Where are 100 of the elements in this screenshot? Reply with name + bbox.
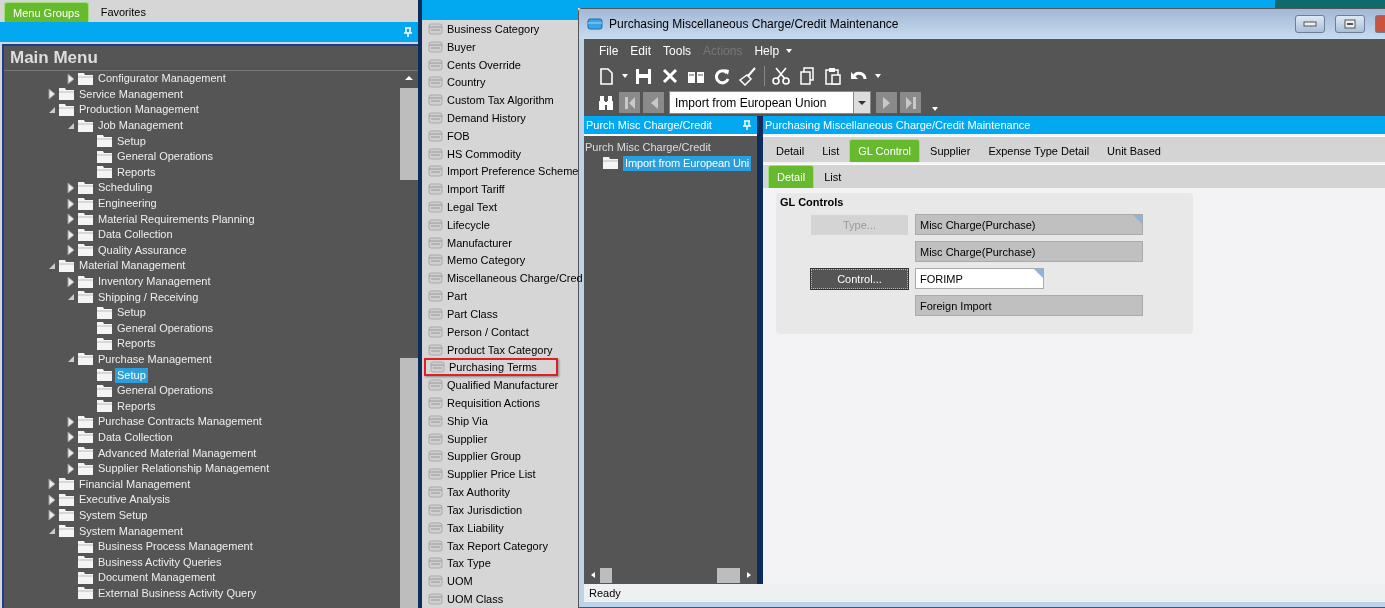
tree-item[interactable]: Job Management: [96, 118, 185, 134]
tree-item[interactable]: Reports: [115, 164, 158, 180]
menu-item[interactable]: Help: [749, 44, 785, 58]
readonly-field[interactable]: Foreign Import: [915, 295, 1143, 316]
setup-list-item[interactable]: Tax Report Category: [424, 536, 552, 555]
form-tab[interactable]: Supplier: [922, 139, 979, 162]
setup-list-item[interactable]: HS Commodity: [424, 144, 525, 163]
setup-list-item[interactable]: Requisition Actions: [424, 394, 544, 412]
setup-list-item[interactable]: Supplier Group: [424, 447, 525, 466]
tree-item[interactable]: Service Management: [77, 86, 185, 102]
setup-list-item[interactable]: Lifecycle: [424, 215, 494, 234]
collapsed-arrow-icon[interactable]: [65, 447, 77, 460]
tree-item[interactable]: System Management: [77, 523, 185, 539]
paste-icon[interactable]: [823, 66, 843, 86]
form-tab[interactable]: Detail: [768, 139, 813, 162]
tree-item[interactable]: Data Collection: [96, 227, 175, 243]
tree-item[interactable]: General Operations: [115, 149, 215, 165]
tree-item[interactable]: Business Process Management: [96, 539, 255, 555]
collapsed-arrow-icon[interactable]: [65, 462, 77, 475]
tree-item[interactable]: Setup: [115, 305, 148, 321]
menu-item[interactable]: File: [594, 44, 624, 58]
collapsed-arrow-icon[interactable]: [65, 415, 77, 428]
caret-icon[interactable]: [875, 74, 881, 78]
input-field[interactable]: FORIMP: [915, 268, 1044, 289]
tree-item[interactable]: Quality Assurance: [96, 242, 189, 258]
tree-root[interactable]: Purch Misc Charge/Credit: [585, 141, 711, 153]
setup-list-item[interactable]: Ship Via: [424, 411, 492, 430]
tree-item[interactable]: Reports: [115, 336, 158, 352]
tree-item[interactable]: Supplier Relationship Management: [96, 461, 272, 477]
tree-item[interactable]: General Operations: [115, 383, 215, 399]
setup-list-item[interactable]: Part Class: [424, 305, 502, 323]
menu-item[interactable]: Edit: [625, 44, 657, 58]
sub-tab[interactable]: List: [816, 165, 850, 188]
caret-icon[interactable]: [932, 106, 938, 111]
tree-item[interactable]: Purchase Contracts Management: [96, 414, 264, 430]
setup-list-item[interactable]: Tax Authority: [424, 483, 514, 501]
collapsed-arrow-icon[interactable]: [46, 88, 58, 101]
setup-list-item[interactable]: Memo Category: [424, 251, 530, 270]
setup-list-item[interactable]: Legal Text: [424, 198, 501, 216]
tree-item[interactable]: Business Activity Queries: [96, 554, 224, 570]
setup-list-item[interactable]: Import Preference Scheme: [424, 162, 583, 181]
setup-list-item[interactable]: FOB: [424, 126, 474, 145]
readonly-field[interactable]: Misc Charge(Purchase): [915, 241, 1143, 262]
broom-icon[interactable]: [738, 66, 758, 86]
tree-item[interactable]: Configurator Management: [96, 71, 228, 87]
refresh-icon[interactable]: [712, 66, 732, 86]
save-icon[interactable]: [634, 66, 654, 86]
tree-item[interactable]: Financial Management: [77, 476, 193, 492]
tree-item[interactable]: Scheduling: [96, 180, 155, 196]
form-tab[interactable]: Expense Type Detail: [980, 139, 1098, 162]
setup-list-item[interactable]: Product Tax Category: [424, 340, 557, 359]
setup-list-item[interactable]: Person / Contact: [424, 322, 533, 341]
collapsed-arrow-icon[interactable]: [46, 478, 58, 491]
tree-item[interactable]: Engineering: [96, 196, 159, 212]
setup-list-item[interactable]: Tax Jurisdiction: [424, 501, 527, 519]
tree-item[interactable]: Advanced Material Management: [96, 445, 259, 461]
menu-tab[interactable]: Favorites: [92, 2, 154, 22]
setup-list-item[interactable]: Business Category: [424, 20, 544, 38]
collapsed-arrow-icon[interactable]: [46, 493, 58, 506]
caret-icon[interactable]: [786, 49, 793, 53]
close-icon[interactable]: [660, 66, 680, 86]
scissors-icon[interactable]: [771, 66, 791, 86]
tree-item[interactable]: Setup: [115, 133, 148, 149]
collapsed-arrow-icon[interactable]: [65, 228, 77, 241]
tree-item[interactable]: Reports: [115, 398, 158, 414]
collapsed-arrow-icon[interactable]: [65, 431, 77, 444]
record-dropdown[interactable]: Import from European Union: [669, 91, 871, 114]
setup-list-item[interactable]: Custom Tax Algorithm: [424, 91, 558, 110]
setup-list-item[interactable]: Cents Override: [424, 55, 525, 74]
setup-list-item[interactable]: Country: [424, 73, 490, 92]
collapsed-arrow-icon[interactable]: [65, 181, 77, 194]
collapsed-arrow-icon[interactable]: [65, 197, 77, 210]
tree-item[interactable]: Production Management: [77, 102, 201, 118]
setup-list-item[interactable]: Purchasing Terms: [424, 358, 558, 377]
tree-item[interactable]: Material Requirements Planning: [96, 211, 257, 227]
caret-icon[interactable]: [622, 74, 628, 78]
setup-list-item[interactable]: Supplier Price List: [424, 465, 540, 484]
form-tab[interactable]: List: [814, 139, 848, 162]
collapsed-arrow-icon[interactable]: [65, 213, 77, 226]
tree-item[interactable]: Inventory Management: [96, 274, 213, 289]
collapsed-arrow-icon[interactable]: [65, 72, 77, 85]
setup-list-item[interactable]: Import Tariff: [424, 180, 509, 199]
setup-list-item[interactable]: Demand History: [424, 109, 530, 127]
maximize-button[interactable]: [1335, 15, 1365, 33]
collapsed-arrow-icon[interactable]: [65, 275, 77, 288]
setup-list-item[interactable]: Qualified Manufacturer: [424, 376, 563, 395]
lookup-button[interactable]: Control...: [811, 268, 908, 289]
menu-item[interactable]: Tools: [658, 44, 697, 58]
copy-icon[interactable]: [797, 66, 817, 86]
setup-list-item[interactable]: Part: [424, 287, 472, 305]
setup-list-item[interactable]: Supplier: [424, 429, 492, 448]
tree-item[interactable]: Document Management: [96, 570, 218, 586]
setup-list-item[interactable]: Tax Type: [424, 554, 495, 573]
setup-list-item[interactable]: UOM Class: [424, 590, 508, 608]
tree-item[interactable]: Shipping / Receiving: [96, 289, 201, 305]
collapsed-arrow-icon[interactable]: [65, 244, 77, 257]
minimize-button[interactable]: [1295, 15, 1325, 33]
setup-list-item[interactable]: Tax Liability: [424, 518, 508, 537]
tree-item[interactable]: External Business Activity Query: [96, 585, 259, 601]
setup-list-item[interactable]: Buyer: [424, 37, 480, 56]
